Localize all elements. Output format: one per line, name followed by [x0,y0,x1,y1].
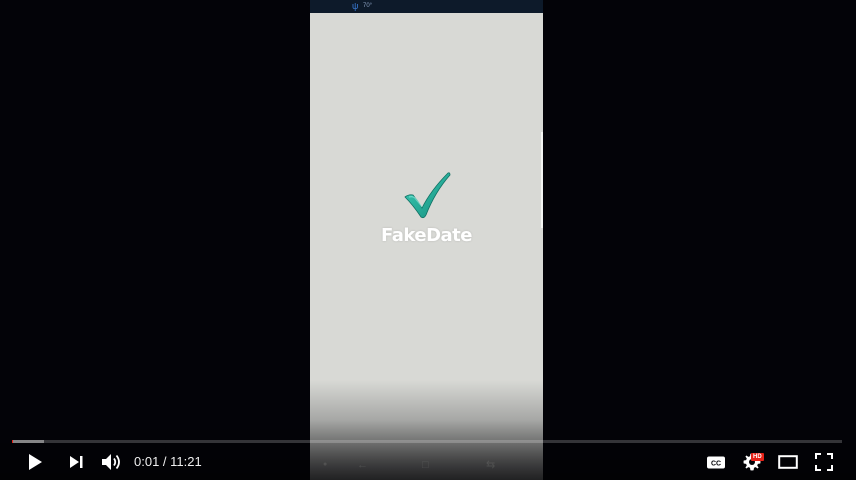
video-player[interactable]: ψ 70° FakeDate ● ← □ ⇆ [0,0,856,480]
time-display: 0:01 / 11:21 [134,452,202,472]
progress-played [12,440,13,443]
checkmark-logo-icon [404,172,451,219]
play-icon [29,454,42,470]
progress-loaded [12,440,44,443]
volume-button[interactable] [99,449,125,475]
theater-mode-button[interactable] [776,449,800,475]
fullscreen-icon [815,453,833,471]
time-separator: / [159,454,171,469]
progress-bar[interactable] [12,440,842,443]
video-frame[interactable]: ψ 70° FakeDate ● ← □ ⇆ [310,0,543,480]
hd-badge: HD [751,453,764,461]
phone-status-bar: ψ 70° [310,0,543,13]
captions-button[interactable]: CC [704,449,728,475]
captions-icon: CC [707,456,725,468]
svg-text:CC: CC [711,460,721,467]
theater-mode-icon [778,455,798,469]
play-button[interactable] [22,449,48,475]
duration: 11:21 [170,454,202,469]
volume-icon [102,454,120,470]
fullscreen-button[interactable] [812,449,836,475]
screen-edge-highlight [541,132,543,228]
usb-icon: ψ [352,1,359,11]
current-time: 0:01 [134,454,160,469]
next-icon [70,456,83,468]
next-button[interactable] [63,449,89,475]
status-bar-text: 70° [363,3,373,9]
app-name-title: FakeDate [381,225,472,246]
